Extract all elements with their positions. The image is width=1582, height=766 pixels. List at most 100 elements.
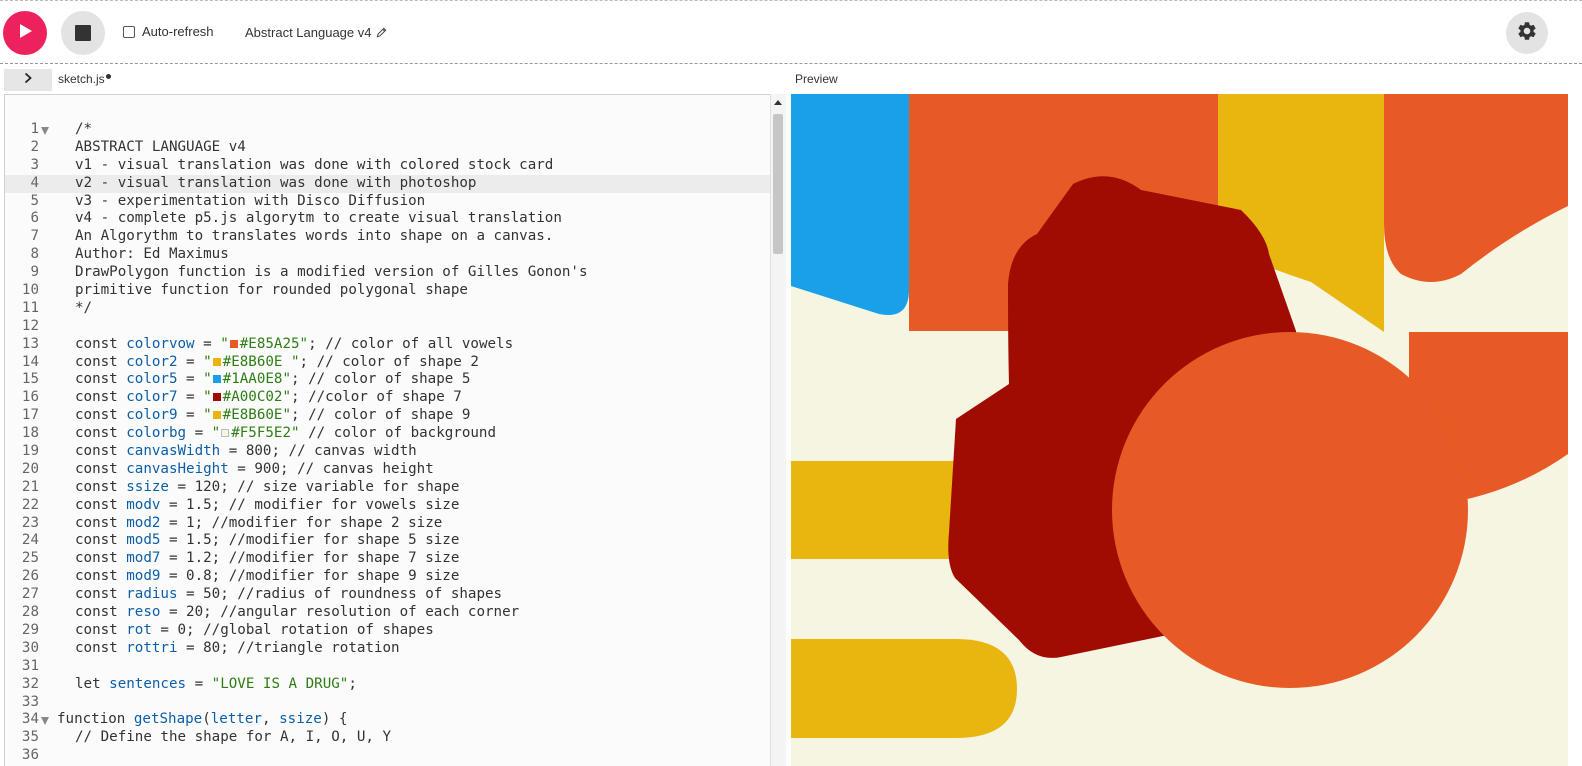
expand-sidebar-button[interactable] [4, 69, 52, 91]
code-text: const ssize = 120; // size variable for … [75, 479, 459, 497]
code-line[interactable]: 1 /* [5, 121, 770, 139]
code-text: const mod5 = 1.5; //modifier for shape 5… [75, 532, 459, 550]
code-text: let sentences = "LOVE IS A DRUG"; [75, 676, 357, 694]
play-button[interactable] [3, 11, 47, 55]
code-line[interactable]: 6 v4 - complete p5.js algorytm to create … [5, 210, 770, 228]
code-text: const mod9 = 0.8; //modifier for shape 9… [75, 568, 459, 586]
code-line[interactable]: 15 const color5 = " #1AA0E8"; // color of … [5, 371, 770, 389]
autorefresh-checkbox[interactable] [123, 25, 135, 38]
line-number: 29 [21, 621, 39, 638]
stop-button[interactable] [61, 11, 105, 55]
code-identifier: radius [126, 586, 178, 603]
editor-scrollbar[interactable] [770, 94, 786, 766]
code-line[interactable]: 32 let sentences = "LOVE IS A DRUG"; [5, 676, 770, 694]
code-line[interactable]: 18 const colorbg = " #F5F5E2" // color of … [5, 425, 770, 443]
line-number: 5 [30, 192, 39, 209]
project-name[interactable]: Abstract Language v4 [245, 25, 387, 40]
code-line[interactable]: 28 const reso = 20; //angular resolution … [5, 604, 770, 622]
code-line[interactable]: 17 const color9 = " #E8B60E"; // color of … [5, 407, 770, 425]
code-line[interactable]: 30 const rottri = 80; //triangle rotation [5, 640, 770, 658]
code-line[interactable]: 19 const canvasWidth = 800; // canvas wid… [5, 443, 770, 461]
code-string: " [220, 335, 229, 352]
code-line[interactable]: 7 An Algorythm to translates words into s… [5, 228, 770, 246]
code-text: const colorbg = " #F5F5E2" // color of ba… [75, 425, 496, 443]
code-line[interactable]: 13 const colorvow = " #E85A25"; // color o… [5, 336, 770, 354]
code-token: = [177, 371, 204, 388]
code-text: Author: Ed Maximus [75, 246, 229, 264]
shape-yellow-pill [791, 639, 1017, 738]
code-line[interactable]: 33 [5, 694, 770, 712]
code-line[interactable]: 11 */ [5, 300, 770, 318]
sketch-output [791, 94, 1568, 766]
code-line[interactable]: 36 [5, 747, 770, 765]
color-swatch[interactable] [221, 429, 230, 438]
line-number: 26 [21, 568, 39, 585]
editor-tabbar: sketch.js [0, 66, 785, 94]
line-number: 12 [21, 317, 39, 334]
code-text: v3 - experimentation with Disco Diffusio… [75, 193, 425, 211]
color-swatch[interactable] [212, 411, 221, 420]
line-number: 27 [21, 586, 39, 603]
code-line[interactable]: 35 // Define the shape for A, I, O, U, Y [5, 729, 770, 747]
code-identifier: color7 [126, 389, 178, 406]
pencil-icon[interactable] [376, 27, 387, 38]
line-number: 30 [21, 639, 39, 656]
scroll-up-arrow[interactable] [774, 100, 782, 105]
code-token: = [177, 353, 204, 370]
color-swatch[interactable] [212, 375, 221, 384]
code-token: = [177, 407, 204, 424]
code-text: const colorvow = " #E85A25"; // color of … [75, 336, 513, 354]
preview-canvas[interactable] [791, 94, 1568, 766]
code-token: const [75, 407, 127, 424]
code-line[interactable]: 8 Author: Ed Maximus [5, 246, 770, 264]
code-line[interactable]: 10 primitive function for rounded polygon… [5, 282, 770, 300]
code-line[interactable]: 5 v3 - experimentation with Disco Diffusi… [5, 193, 770, 211]
code-line[interactable]: 23 const mod2 = 1; //modifier for shape 2… [5, 515, 770, 533]
code-line[interactable]: 12 [5, 318, 770, 336]
file-tab[interactable]: sketch.js [58, 72, 111, 86]
code-line[interactable]: 2 ABSTRACT LANGUAGE v4 [5, 139, 770, 157]
code-token: /* [75, 121, 93, 137]
code-line[interactable]: 31 [5, 658, 770, 676]
code-line[interactable]: 20 const canvasHeight = 900; // canvas he… [5, 461, 770, 479]
code-token: = [194, 335, 221, 352]
code-line[interactable]: 4 v2 - visual translation was done with p… [5, 174, 770, 193]
code-line[interactable]: 21 const ssize = 120; // size variable fo… [5, 479, 770, 497]
line-number: 1 [30, 121, 39, 137]
code-line[interactable]: 29 const rot = 0; //global rotation of sh… [5, 622, 770, 640]
code-line[interactable]: 22 const modv = 1.5; // modifier for vowe… [5, 497, 770, 515]
code-line[interactable]: 27 const radius = 50; //radius of roundne… [5, 586, 770, 604]
color-swatch[interactable] [212, 393, 221, 402]
code-line[interactable]: 3 v1 - visual translation was done with c… [5, 157, 770, 175]
color-swatch[interactable] [212, 357, 221, 366]
autorefresh-label: Auto-refresh [142, 24, 214, 39]
fold-arrow-icon[interactable] [41, 717, 49, 726]
code-token: primitive function for rounded polygonal… [75, 282, 468, 299]
code-token: const [75, 514, 127, 531]
fold-arrow-icon[interactable] [41, 127, 49, 135]
code-identifier: getShape [133, 711, 203, 728]
autorefresh-toggle[interactable]: Auto-refresh [123, 24, 214, 39]
code-line[interactable]: 34 function getShape(letter, ssize) { [5, 711, 770, 729]
code-lines[interactable]: 1 /* 2 ABSTRACT LANGUAGE v4 3 v1 - visual tra… [5, 121, 770, 765]
code-token: = 50; //radius of roundness of shapes [177, 586, 503, 603]
code-token: ( [202, 711, 211, 728]
code-line[interactable]: 16 const color7 = " #A00C02"; //color of s… [5, 389, 770, 407]
code-token: ) { [321, 711, 348, 728]
code-line[interactable]: 26 const mod9 = 0.8; //modifier for shape… [5, 568, 770, 586]
code-line[interactable]: 25 const mod7 = 1.2; //modifier for shape… [5, 550, 770, 568]
code-line[interactable]: 24 const mod5 = 1.5; //modifier for shape… [5, 532, 770, 550]
code-editor[interactable]: 1 /* 2 ABSTRACT LANGUAGE v4 3 v1 - visual tra… [4, 94, 770, 766]
code-line[interactable]: 9 DrawPolygon function is a modified vers… [5, 264, 770, 282]
code-token: Author: Ed Maximus [75, 246, 229, 263]
code-text: function getShape(letter, ssize) { [57, 711, 347, 729]
line-number: 34 [21, 711, 39, 728]
line-number: 36 [21, 747, 39, 764]
color-swatch[interactable] [229, 339, 238, 348]
code-line[interactable]: 14 const color2 = " #E8B60E "; // color of… [5, 354, 770, 372]
line-number: 2 [30, 138, 39, 155]
scroll-thumb[interactable] [773, 114, 783, 254]
gear-icon [1516, 20, 1538, 47]
settings-button[interactable] [1506, 12, 1548, 54]
code-identifier: color9 [126, 407, 178, 424]
